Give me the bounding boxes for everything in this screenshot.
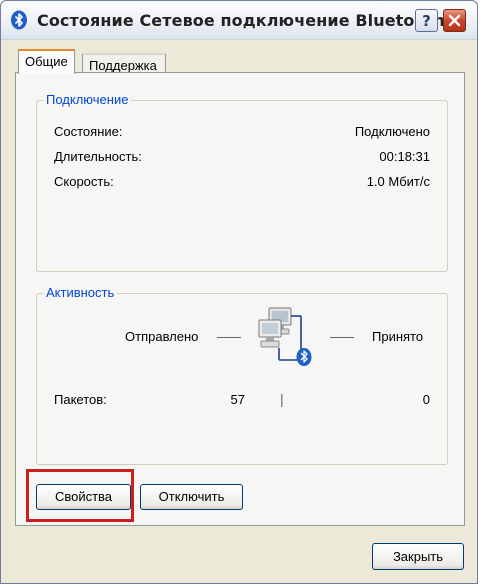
speed-label: Скорость: xyxy=(54,174,114,189)
duration-label: Длительность: xyxy=(54,149,142,164)
title-bar[interactable]: Состояние Сетевое подключение Bluetooth … xyxy=(1,1,477,40)
close-icon xyxy=(448,14,461,27)
packets-sent-value: 57 xyxy=(230,392,245,407)
status-dialog-window: Состояние Сетевое подключение Bluetooth … xyxy=(0,0,478,584)
speed-value: 1.0 Мбит/с xyxy=(366,174,430,189)
disconnect-button[interactable]: Отключить xyxy=(140,484,243,510)
close-button[interactable]: Закрыть xyxy=(372,543,464,570)
help-button[interactable]: ? xyxy=(415,9,438,32)
tab-panel-general: Подключение Состояние: Подключено Длител… xyxy=(15,72,465,526)
activity-group: Активность Отправлено Принято Пакетов: 5… xyxy=(36,285,448,465)
properties-highlight-frame xyxy=(26,469,134,522)
connection-group-legend: Подключение xyxy=(43,92,132,108)
tab-general[interactable]: Общие xyxy=(18,49,75,74)
close-window-button[interactable] xyxy=(443,9,466,32)
sent-line xyxy=(217,337,241,338)
help-icon: ? xyxy=(422,11,431,30)
status-value: Подключено xyxy=(354,124,430,139)
duration-value: 00:18:31 xyxy=(379,149,430,164)
packets-received-value: 0 xyxy=(422,392,430,407)
window-title: Состояние Сетевое подключение Bluetooth xyxy=(37,11,445,30)
packets-separator: | xyxy=(280,391,284,407)
status-label: Состояние: xyxy=(54,124,123,139)
network-computers-icon xyxy=(257,306,315,368)
received-line xyxy=(330,337,354,338)
packets-label: Пакетов: xyxy=(54,392,107,407)
bluetooth-icon xyxy=(9,10,29,30)
connection-group: Подключение Состояние: Подключено Длител… xyxy=(36,92,448,272)
sent-label: Отправлено xyxy=(125,329,199,344)
received-label: Принято xyxy=(372,329,424,344)
activity-group-legend: Активность xyxy=(43,285,118,301)
